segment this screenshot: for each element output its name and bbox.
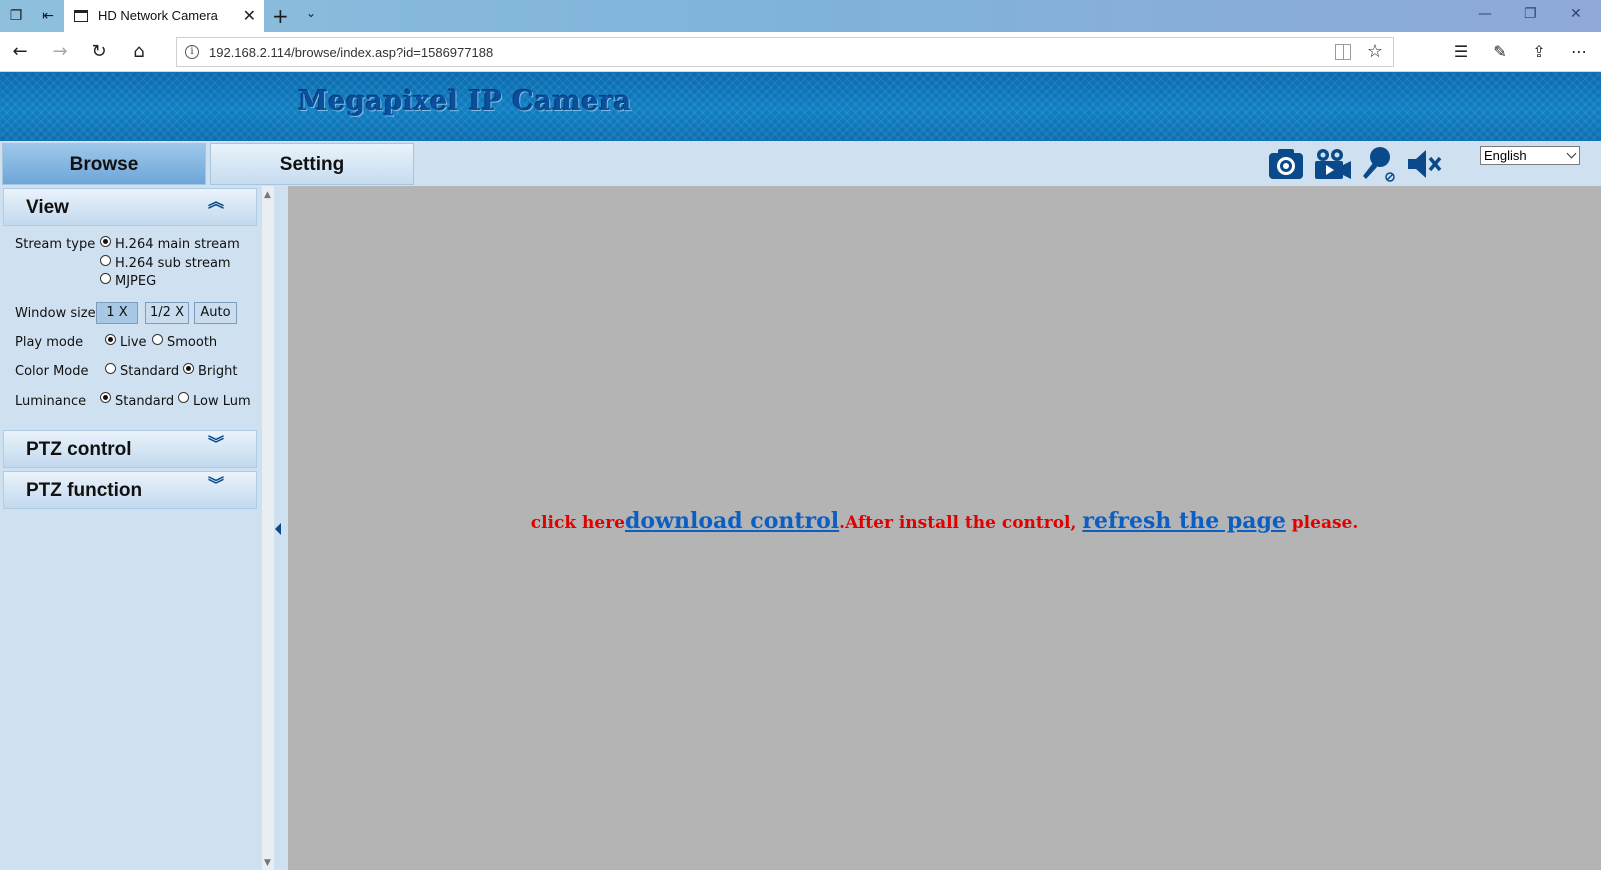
video-area: click heredownload control.After install… [288, 186, 1601, 870]
size-auto-button[interactable]: Auto [194, 302, 237, 324]
lum-low-radio[interactable] [178, 392, 189, 403]
stream-mjpeg-radio[interactable] [100, 273, 111, 284]
forward-icon[interactable]: → [48, 40, 72, 64]
browser-tab[interactable]: HD Network Camera ✕ [64, 0, 264, 32]
main-menu-bar: Browse Setting English [0, 141, 1601, 186]
favorites-list-icon[interactable]: ☰ [1449, 40, 1473, 64]
ptz-function-header[interactable]: PTZ function ︾ [3, 471, 257, 509]
back-icon[interactable]: ← [8, 40, 32, 64]
speaker-mute-icon[interactable] [1402, 143, 1446, 185]
color-bright-radio[interactable] [183, 363, 194, 374]
scroll-down-icon[interactable]: ▼ [264, 858, 271, 868]
home-icon[interactable]: ⌂ [127, 40, 151, 64]
luminance-label: Luminance [15, 394, 87, 409]
page-icon [74, 10, 88, 22]
view-section-header[interactable]: View ︽ [3, 188, 257, 226]
double-chevron-down-icon[interactable]: ︾ [208, 477, 224, 493]
site-info-icon[interactable]: i [185, 45, 199, 59]
play-live-radio[interactable] [105, 334, 116, 345]
collapse-left-arrow-icon[interactable] [275, 523, 281, 535]
left-panel-scrollbar[interactable]: ▲ ▼ [262, 186, 274, 870]
new-tab-icon[interactable]: + [272, 4, 289, 28]
address-bar: ← → ↻ ⌂ i 192.168.2.114/browse/index.asp… [0, 32, 1601, 72]
color-standard-radio[interactable] [105, 363, 116, 374]
refresh-page-link[interactable]: refresh the page [1082, 508, 1286, 534]
color-standard-label[interactable]: Standard [120, 364, 179, 379]
minimize-icon[interactable]: — [1478, 6, 1492, 22]
plugin-notice: click heredownload control.After install… [288, 508, 1601, 534]
view-section-title: View [26, 197, 69, 218]
notice-suffix: please. [1285, 513, 1359, 533]
window-size-buttons: 1 X 1/2 X Auto [0, 302, 262, 324]
tabs-aside-icon[interactable]: ⇤ [38, 6, 58, 26]
reading-view-icon[interactable] [1335, 44, 1351, 60]
stream-main-radio[interactable] [100, 236, 111, 247]
banner-title: Megapixel IP Camera [298, 86, 632, 117]
microphone-icon[interactable] [1356, 143, 1400, 185]
url-text[interactable]: 192.168.2.114/browse/index.asp?id=158697… [209, 45, 493, 60]
notice-prefix: click here [530, 513, 625, 533]
language-select-value: English [1484, 148, 1527, 163]
more-menu-icon[interactable]: ⋯ [1567, 40, 1591, 64]
stream-mjpeg-label[interactable]: MJPEG [115, 274, 156, 289]
tab-title: HD Network Camera [98, 8, 218, 23]
download-control-link[interactable]: download control [625, 508, 839, 534]
size-half-button[interactable]: 1/2 X [145, 302, 189, 324]
ptz-function-title: PTZ function [26, 480, 143, 501]
web-note-pen-icon[interactable]: ✎ [1488, 40, 1512, 64]
browse-button[interactable]: Browse [2, 143, 206, 185]
favorite-star-icon[interactable]: ☆ [1367, 41, 1383, 62]
close-tab-icon[interactable]: ✕ [243, 6, 256, 26]
stream-sub-label[interactable]: H.264 sub stream [115, 256, 231, 271]
double-chevron-up-icon[interactable]: ︽ [208, 194, 224, 210]
lum-standard-label[interactable]: Standard [115, 394, 174, 409]
ptz-control-header[interactable]: PTZ control ︾ [3, 430, 257, 468]
double-chevron-down-icon[interactable]: ︾ [208, 436, 224, 452]
play-smooth-label[interactable]: Smooth [167, 335, 217, 350]
stream-sub-radio[interactable] [100, 255, 111, 266]
tab-sets-icon[interactable]: ❐ [6, 6, 26, 26]
restore-icon[interactable]: ❐ [1524, 6, 1537, 22]
chevron-down-icon [1566, 148, 1577, 159]
stream-main-label[interactable]: H.264 main stream [115, 237, 240, 252]
color-mode-label: Color Mode [15, 364, 89, 379]
lum-standard-radio[interactable] [100, 392, 111, 403]
play-smooth-radio[interactable] [152, 334, 163, 345]
close-window-icon[interactable]: ✕ [1570, 6, 1582, 22]
share-icon[interactable]: ⇪ [1527, 40, 1551, 64]
setting-button[interactable]: Setting [210, 143, 414, 185]
left-panel: View ︽ Stream type H.264 main stream H.2… [0, 186, 262, 870]
scroll-up-icon[interactable]: ▲ [264, 190, 271, 200]
browser-title-bar: ❐ ⇤ HD Network Camera ✕ + ⌄ — ❐ ✕ [0, 0, 1601, 32]
header-banner: Megapixel IP Camera [0, 72, 1601, 141]
panel-collapse-tab[interactable] [274, 186, 288, 870]
notice-middle: .After install the control, [839, 513, 1083, 533]
stream-type-label: Stream type [15, 237, 96, 252]
play-live-label[interactable]: Live [120, 335, 147, 350]
ptz-control-title: PTZ control [26, 439, 132, 460]
color-bright-label[interactable]: Bright [198, 364, 237, 379]
camera-snapshot-icon[interactable] [1264, 143, 1308, 185]
video-record-icon[interactable] [1310, 143, 1354, 185]
language-select[interactable]: English [1480, 146, 1580, 165]
refresh-icon[interactable]: ↻ [87, 40, 111, 64]
lum-low-label[interactable]: Low Lum [193, 394, 251, 409]
play-mode-label: Play mode [15, 335, 84, 350]
tab-list-chevron-icon[interactable]: ⌄ [306, 6, 316, 20]
url-field[interactable]: i 192.168.2.114/browse/index.asp?id=1586… [176, 37, 1394, 67]
camera-page: Megapixel IP Camera Browse Setting Engli… [0, 72, 1601, 870]
size-1x-button[interactable]: 1 X [96, 302, 138, 324]
